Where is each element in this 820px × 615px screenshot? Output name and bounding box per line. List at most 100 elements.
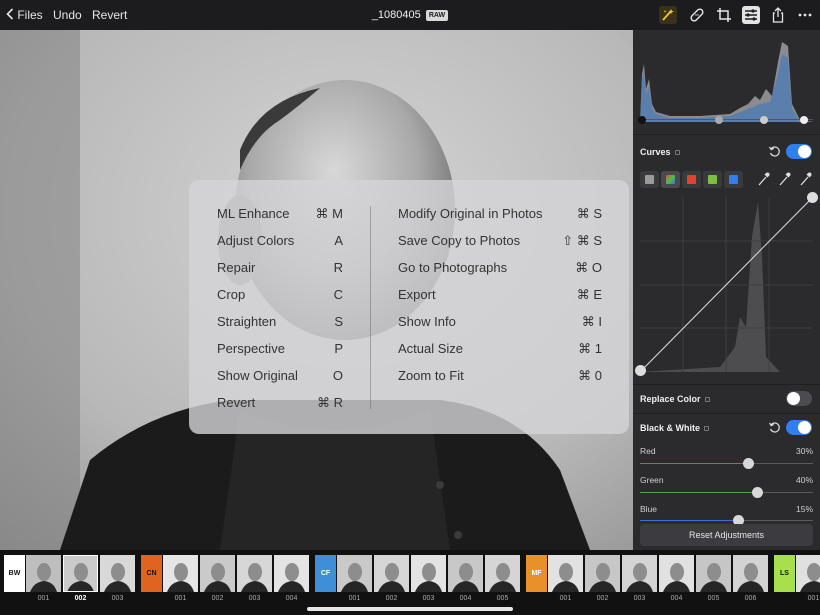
thumbnail-mf-006[interactable]	[733, 555, 768, 592]
replace-color-toggle[interactable]	[786, 391, 812, 406]
filmstrip: BW 001 002 003 CN 001 002 003 004 CF 001 002 003 004 0…	[0, 550, 820, 615]
thumbnail-cf-001[interactable]	[337, 555, 372, 592]
red-slider-label: Red	[640, 446, 656, 456]
shortcut-show-original[interactable]: Show Original O	[217, 366, 343, 386]
thumbnail-bw-003[interactable]	[100, 555, 135, 592]
thumbnail-cn-001[interactable]	[163, 555, 198, 592]
blue-slider-track[interactable]	[640, 520, 813, 521]
thumbnail-mf-005[interactable]	[696, 555, 731, 592]
green-slider-track[interactable]	[640, 492, 813, 493]
group-tag-cn[interactable]: CN	[141, 555, 162, 592]
blue-slider-label: Blue	[640, 504, 658, 514]
highlight-handle[interactable]	[760, 116, 768, 124]
shortcut-straighten[interactable]: Straighten S	[217, 312, 343, 332]
lock-icon	[704, 426, 710, 431]
red-slider-track[interactable]	[640, 463, 813, 464]
red-slider-value: 30%	[795, 446, 813, 456]
thumbnail-cf-005[interactable]	[485, 555, 520, 592]
thumbnail-cn-004[interactable]	[274, 555, 309, 592]
black-white-toggle[interactable]	[786, 420, 812, 435]
curve-channel-red[interactable]	[682, 171, 701, 188]
shortcut-show-info[interactable]: Show Info ⌘ I	[398, 312, 602, 332]
shortcut-export[interactable]: Export ⌘ E	[398, 285, 602, 305]
overlay-divider	[370, 206, 371, 409]
thumbnail-label: 004	[459, 595, 472, 602]
thumbnail-mf-001[interactable]	[548, 555, 583, 592]
group-tag-bw[interactable]: BW	[4, 555, 25, 592]
white-eyedropper-icon[interactable]	[798, 171, 813, 188]
group-tag-ls[interactable]: LS	[774, 555, 795, 592]
more-icon[interactable]	[796, 6, 814, 24]
thumbnail-ls-001[interactable]	[796, 555, 820, 592]
green-slider-knob[interactable]	[752, 487, 764, 498]
thumbnail-label: 003	[248, 595, 261, 602]
reset-black-white-icon[interactable]	[768, 421, 781, 434]
curve-channel-blue[interactable]	[724, 171, 743, 188]
thumbnail-label: 003	[633, 595, 646, 602]
reset-adjustments-button[interactable]: Reset Adjustments	[640, 524, 813, 546]
shortcut-revert[interactable]: Revert ⌘ R	[217, 393, 343, 413]
group-tag-mf[interactable]: MF	[526, 555, 547, 592]
blue-slider-value: 15%	[795, 504, 813, 514]
shortcut-zoom-to-fit[interactable]: Zoom to Fit ⌘ 0	[398, 366, 602, 386]
thumbnail-bw-002[interactable]	[63, 555, 98, 592]
curves-toggle[interactable]	[786, 144, 812, 159]
thumbnail-label: 001	[559, 595, 572, 602]
thumbnail-cn-003[interactable]	[237, 555, 272, 592]
crop-icon[interactable]	[715, 6, 733, 24]
reset-curves-icon[interactable]	[768, 145, 781, 158]
shortcut-crop[interactable]: Crop C	[217, 285, 343, 305]
adjust-sliders-icon[interactable]	[742, 6, 760, 24]
shortcut-perspective[interactable]: Perspective P	[217, 339, 343, 359]
repair-bandage-icon[interactable]	[688, 6, 706, 24]
green-slider-value: 40%	[795, 475, 813, 485]
thumbnail-label: 002	[211, 595, 224, 602]
thumbnail-label: 005	[496, 595, 509, 602]
curves-section-title: Curves	[640, 147, 680, 157]
panel-divider	[633, 134, 820, 135]
group-tag-cf[interactable]: CF	[315, 555, 336, 592]
thumbnail-cn-002[interactable]	[200, 555, 235, 592]
thumbnail-label: 001	[348, 595, 361, 602]
shortcut-actual-size[interactable]: Actual Size ⌘ 1	[398, 339, 602, 359]
keyboard-shortcuts-overlay: ML Enhance ⌘ M Adjust Colors A Repair R …	[189, 180, 629, 434]
red-slider-knob[interactable]	[743, 458, 755, 469]
shortcut-modify-original[interactable]: Modify Original in Photos ⌘ S	[398, 204, 602, 224]
ml-enhance-icon[interactable]	[659, 6, 677, 24]
curve-channel-green[interactable]	[703, 171, 722, 188]
shortcut-repair[interactable]: Repair R	[217, 258, 343, 278]
shortcut-save-copy[interactable]: Save Copy to Photos ⇧ ⌘ S	[398, 231, 602, 251]
thumbnail-label: 001	[37, 595, 50, 602]
thumbnail-bw-001[interactable]	[26, 555, 61, 592]
panel-divider	[633, 384, 820, 385]
thumbnail-label: 002	[385, 595, 398, 602]
shadow-handle[interactable]	[715, 116, 723, 124]
thumbnail-label: 006	[744, 595, 757, 602]
raw-badge: RAW	[425, 10, 449, 21]
thumbnail-label: 001	[807, 595, 820, 602]
gray-eyedropper-icon[interactable]	[777, 171, 792, 188]
share-icon[interactable]	[769, 6, 787, 24]
thumbnail-label: 005	[707, 595, 720, 602]
thumbnail-label: 004	[285, 595, 298, 602]
curve-point-highlights[interactable]	[807, 192, 818, 203]
thumbnail-mf-004[interactable]	[659, 555, 694, 592]
thumbnail-cf-004[interactable]	[448, 555, 483, 592]
white-point-handle[interactable]	[800, 116, 808, 124]
thumbnail-cf-003[interactable]	[411, 555, 446, 592]
curve-channel-rgb[interactable]	[661, 171, 680, 188]
curve-point-shadows[interactable]	[635, 365, 646, 376]
home-indicator[interactable]	[307, 607, 513, 611]
thumbnail-cf-002[interactable]	[374, 555, 409, 592]
shortcut-adjust-colors[interactable]: Adjust Colors A	[217, 231, 343, 251]
curve-channel-luma[interactable]	[640, 171, 659, 188]
shortcut-go-to-photographs[interactable]: Go to Photographs ⌘ O	[398, 258, 602, 278]
curves-graph[interactable]	[639, 196, 814, 373]
thumbnail-label: 003	[422, 595, 435, 602]
thumbnail-mf-003[interactable]	[622, 555, 657, 592]
black-point-handle[interactable]	[638, 116, 646, 124]
black-eyedropper-icon[interactable]	[756, 171, 771, 188]
black-white-section-title: Black & White	[640, 423, 710, 433]
shortcut-ml-enhance[interactable]: ML Enhance ⌘ M	[217, 204, 343, 224]
thumbnail-mf-002[interactable]	[585, 555, 620, 592]
